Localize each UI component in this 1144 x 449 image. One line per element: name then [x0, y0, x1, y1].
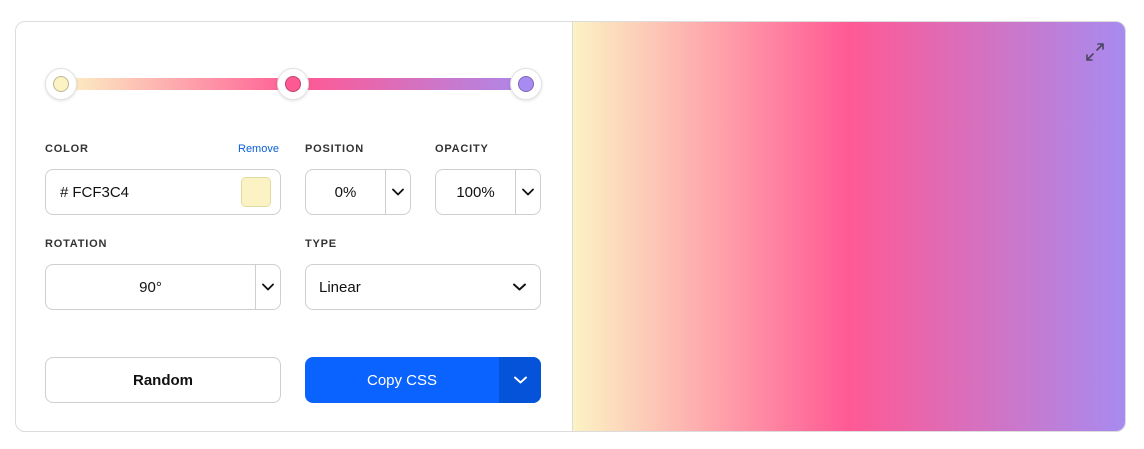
rotation-value: 90°: [139, 278, 162, 296]
opacity-input[interactable]: 100%: [435, 169, 541, 215]
stop-color-dot: [53, 76, 69, 92]
color-hex-value: FCF3C4: [72, 183, 130, 201]
controls-panel: COLOR Remove POSITION OPACITY # FCF3C4 0…: [16, 22, 572, 431]
hash-prefix: #: [60, 183, 69, 201]
expand-preview-button[interactable]: [1085, 42, 1105, 62]
type-value: Linear: [319, 278, 361, 296]
copy-css-button[interactable]: Copy CSS: [305, 357, 499, 403]
copy-options-dropdown-button[interactable]: [499, 357, 541, 403]
random-button[interactable]: Random: [45, 357, 281, 403]
position-dropdown-button[interactable]: [385, 170, 410, 214]
gradient-stop-2[interactable]: [277, 68, 309, 100]
chevron-down-icon: [262, 283, 274, 291]
color-hex-input[interactable]: # FCF3C4: [45, 169, 281, 215]
opacity-value: 100%: [456, 183, 495, 201]
rotation-input[interactable]: 90°: [45, 264, 281, 310]
chevron-down-icon: [392, 188, 404, 196]
rotation-dropdown-button[interactable]: [255, 265, 280, 309]
chevron-down-icon: [513, 283, 526, 291]
chevron-down-icon: [513, 376, 527, 384]
opacity-label: OPACITY: [435, 143, 489, 155]
gradient-preview: [572, 22, 1125, 431]
rotation-label: ROTATION: [45, 238, 108, 250]
position-input[interactable]: 0%: [305, 169, 411, 215]
opacity-dropdown-button[interactable]: [515, 170, 540, 214]
stop-color-dot: [518, 76, 534, 92]
remove-stop-link[interactable]: Remove: [238, 143, 279, 155]
gradient-stop-3[interactable]: [510, 68, 542, 100]
chevron-down-icon: [522, 188, 534, 196]
stop-color-dot: [285, 76, 301, 92]
expand-arrows-icon: [1086, 43, 1104, 61]
gradient-generator-card: COLOR Remove POSITION OPACITY # FCF3C4 0…: [15, 21, 1126, 432]
gradient-stop-1[interactable]: [45, 68, 77, 100]
type-label: TYPE: [305, 238, 337, 250]
position-value: 0%: [334, 183, 357, 201]
color-label: COLOR: [45, 143, 89, 155]
color-swatch[interactable]: [241, 177, 271, 207]
position-label: POSITION: [305, 143, 364, 155]
copy-css-button-group: Copy CSS: [305, 357, 541, 403]
type-select[interactable]: Linear: [305, 264, 541, 310]
